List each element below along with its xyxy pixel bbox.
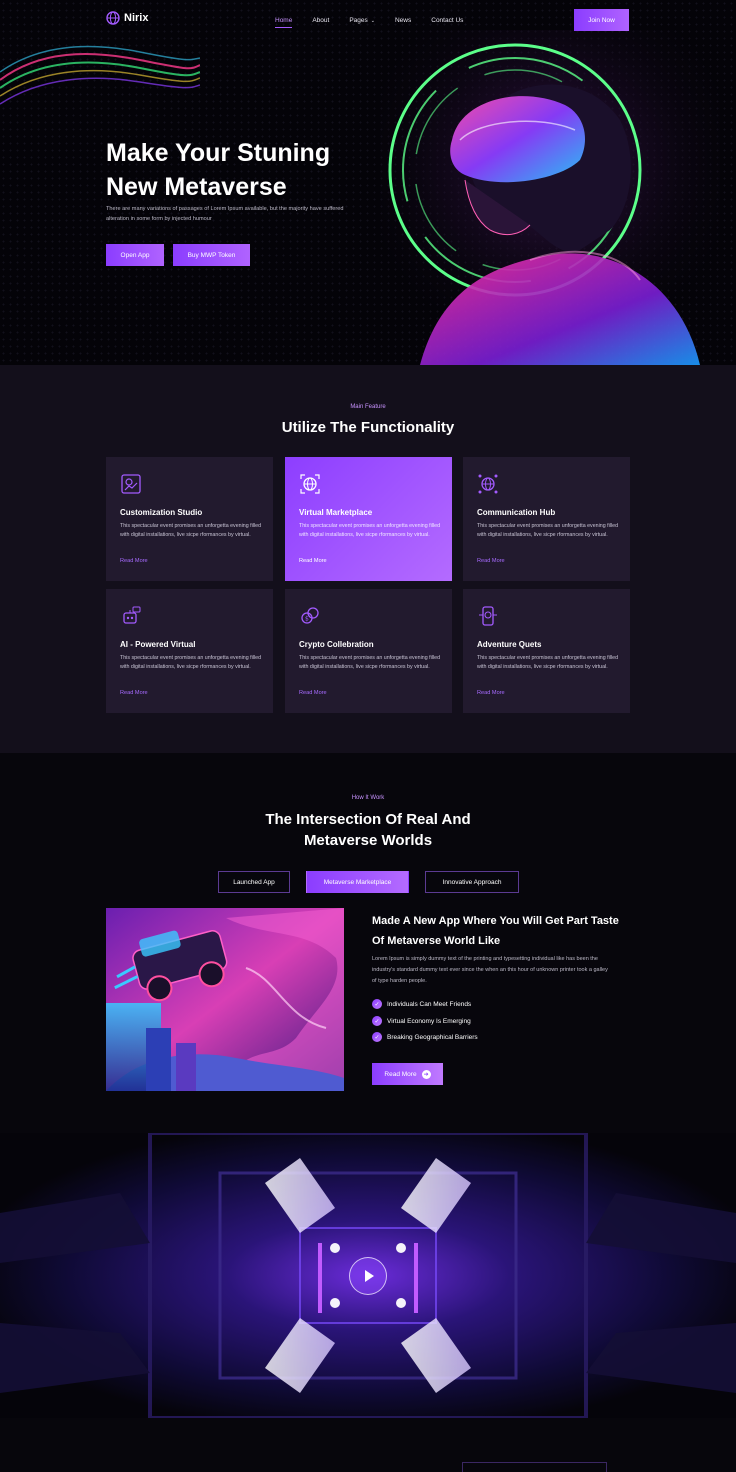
globe-icon xyxy=(300,474,320,494)
tab-launched-app[interactable]: Launched App xyxy=(218,871,290,893)
check-item-label: Virtual Economy Is Emerging xyxy=(387,1017,471,1025)
read-more-link[interactable]: Read More xyxy=(299,558,327,564)
hero-title: Make Your Stuning New Metaverse xyxy=(106,139,331,201)
feature-card-text: This spectacular event promises an unfor… xyxy=(299,655,441,670)
logo[interactable]: Nirix xyxy=(106,11,148,25)
ai-robot-icon xyxy=(123,606,141,624)
feature-card-text: This spectacular event promises an unfor… xyxy=(120,523,262,538)
read-more-label: Read More xyxy=(384,1070,417,1078)
check-item: ✓ Individuals Can Meet Friends xyxy=(372,999,471,1009)
nav-link-label: News xyxy=(394,17,412,24)
feature-card[interactable]: Adventure Quets This spectacular event p… xyxy=(463,589,630,713)
feature-card-text: This spectacular event promises an unfor… xyxy=(477,655,619,670)
chevron-down-icon: ⌄ xyxy=(370,17,375,24)
feature-card[interactable]: AI - Powered Virtual This spectacular ev… xyxy=(106,589,273,713)
how-title-line2: Metaverse Worlds xyxy=(303,832,433,849)
feature-card-text: This spectacular event promises an unfor… xyxy=(120,655,262,670)
svg-text:$: $ xyxy=(305,616,309,623)
nav-link-news[interactable]: News xyxy=(395,17,411,24)
video-section xyxy=(0,1133,736,1418)
footer-box xyxy=(462,1462,607,1472)
nav-link-label: Home xyxy=(275,17,293,24)
how-title-line1: The Intersection Of Real And xyxy=(265,811,471,828)
read-more-link[interactable]: Read More xyxy=(477,558,505,564)
check-item-label: Individuals Can Meet Friends xyxy=(387,1000,472,1008)
nav-links: Home About Pages ⌄ News Contact Us xyxy=(275,17,483,28)
read-more-link[interactable]: Read More xyxy=(477,690,505,696)
tab-innovative-approach[interactable]: Innovative Approach xyxy=(425,871,519,893)
how-it-works-section: How It Work The Intersection Of Real And… xyxy=(0,753,736,1133)
check-item: ✓ Virtual Economy Is Emerging xyxy=(372,1016,471,1026)
footer-strip xyxy=(0,1418,736,1472)
nav-link-about[interactable]: About xyxy=(312,17,329,24)
feature-card-title: Virtual Marketplace xyxy=(299,508,373,517)
feature-card-title: Crypto Collebration xyxy=(299,640,374,649)
feature-card-title: Communication Hub xyxy=(477,508,556,517)
vr-headset-woman-illustration xyxy=(380,30,720,365)
read-more-link[interactable]: Read More xyxy=(299,690,327,696)
read-more-button[interactable]: Read More ➜ xyxy=(372,1063,443,1085)
crypto-coins-icon: $ xyxy=(301,607,319,624)
nav-link-label: Pages xyxy=(349,17,368,24)
feature-card[interactable]: $ Crypto Collebration This spectacular e… xyxy=(285,589,452,713)
feature-card-text: This spectacular event promises an unfor… xyxy=(477,523,619,538)
feature-card[interactable]: Communication Hub This spectacular event… xyxy=(463,457,630,581)
logo-text: Nirix xyxy=(124,12,149,24)
metaverse-car-artwork xyxy=(106,908,344,1091)
how-kicker: How It Work xyxy=(351,795,385,801)
nav-link-label: Contact Us xyxy=(431,17,464,24)
adventure-device-icon xyxy=(479,606,497,626)
nav-link-contact[interactable]: Contact Us xyxy=(431,17,463,24)
neon-wave-decoration xyxy=(0,45,200,105)
hero-subtitle: There are many variations of passages of… xyxy=(106,206,344,222)
join-now-button[interactable]: Join Now xyxy=(574,9,629,31)
play-video-button[interactable] xyxy=(349,1257,387,1295)
nav-link-pages[interactable]: Pages ⌄ xyxy=(349,17,375,24)
read-more-link[interactable]: Read More xyxy=(120,558,148,564)
check-item: ✓ Breaking Geographical Barriers xyxy=(372,1032,478,1042)
feature-card[interactable]: Virtual Marketplace This spectacular eve… xyxy=(285,457,452,581)
buy-token-button[interactable]: Buy MWP Token xyxy=(173,244,250,266)
check-icon: ✓ xyxy=(372,1032,382,1042)
how-text: Lorem Ipsum is simply dummy text of the … xyxy=(372,956,608,984)
feature-card-title: Customization Studio xyxy=(120,508,203,517)
feature-card-title: Adventure Quets xyxy=(477,640,542,649)
nav-link-label: About xyxy=(312,17,330,24)
feature-card[interactable]: Customization Studio This spectacular ev… xyxy=(106,457,273,581)
check-item-label: Breaking Geographical Barriers xyxy=(387,1033,478,1041)
features-title: Utilize The Functionality xyxy=(281,419,455,436)
play-icon xyxy=(364,1270,374,1282)
feature-card-title: AI - Powered Virtual xyxy=(120,640,196,649)
logo-globe-icon xyxy=(106,11,120,25)
features-kicker: Main Feature xyxy=(350,404,386,410)
nav-link-home[interactable]: Home xyxy=(275,17,293,28)
tab-metaverse-marketplace[interactable]: Metaverse Marketplace xyxy=(306,871,409,893)
arrow-right-icon: ➜ xyxy=(421,1069,431,1079)
check-icon: ✓ xyxy=(372,999,382,1009)
network-globe-icon xyxy=(478,474,498,494)
hero-section: Nirix Home About Pages ⌄ News Contact Us … xyxy=(0,0,736,365)
how-heading: Made A New App Where You Will Get Part T… xyxy=(372,915,619,947)
features-section: Main Feature Utilize The Functionality C… xyxy=(0,365,736,753)
read-more-link[interactable]: Read More xyxy=(120,690,148,696)
customization-icon xyxy=(121,474,141,494)
top-navbar: Nirix Home About Pages ⌄ News Contact Us … xyxy=(0,0,736,42)
open-app-button[interactable]: Open App xyxy=(106,244,164,266)
feature-card-text: This spectacular event promises an unfor… xyxy=(299,523,441,538)
check-icon: ✓ xyxy=(372,1016,382,1026)
